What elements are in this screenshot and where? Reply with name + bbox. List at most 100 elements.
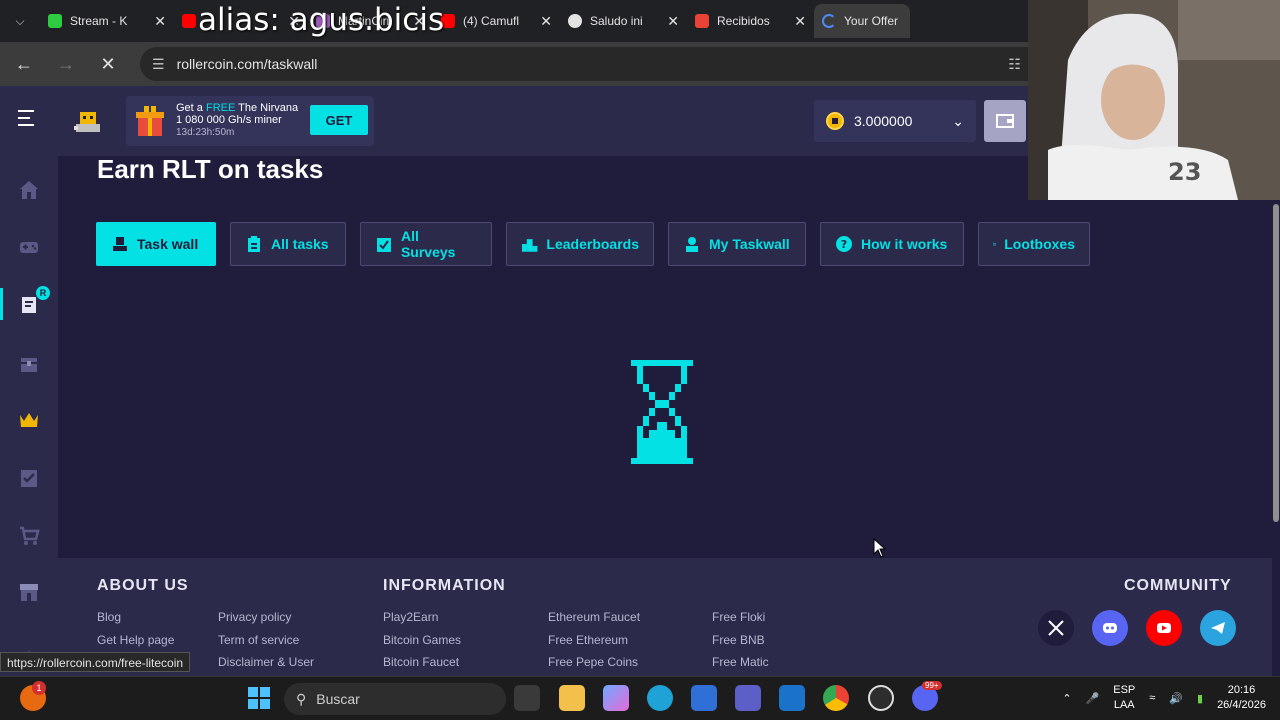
x-twitter-link[interactable]: [1038, 610, 1074, 646]
lang-layout: LAA: [1113, 699, 1135, 711]
footer-link[interactable]: Bitcoin Games: [383, 633, 461, 647]
tab-search-chevron-icon[interactable]: ⌵: [0, 0, 40, 42]
youtube-link[interactable]: [1146, 610, 1182, 646]
stop-loading-button[interactable]: ✕: [90, 46, 126, 82]
browser-tab-active[interactable]: Your Offer: [814, 4, 910, 38]
back-button[interactable]: ←: [6, 46, 42, 82]
sidebar-item-home[interactable]: [0, 170, 58, 210]
sidebar: R: [0, 156, 58, 676]
footer-link[interactable]: Blog: [97, 610, 121, 624]
gmail-favicon-icon: [695, 14, 709, 28]
footer-link[interactable]: Free Floki: [712, 610, 765, 624]
translate-icon[interactable]: ☷: [1008, 56, 1021, 73]
footer-link[interactable]: Disclaimer & User: [218, 655, 314, 669]
kick-favicon-icon: [48, 14, 62, 28]
tab-label: How it works: [861, 236, 948, 252]
chatgpt-favicon-icon: [568, 14, 582, 28]
close-tab-icon[interactable]: ✕: [667, 13, 679, 30]
taskbar-search[interactable]: ⚲ Buscar: [284, 683, 506, 715]
balance-selector[interactable]: 3.000000 ⌄: [814, 100, 976, 142]
chrome-icon[interactable]: [823, 685, 849, 711]
tab-how-it-works[interactable]: ? How it works: [820, 222, 964, 266]
windows-start-icon[interactable]: [246, 685, 272, 711]
sidebar-item-marketplace[interactable]: [0, 516, 58, 556]
checklist-icon: [21, 470, 37, 487]
close-tab-icon[interactable]: ✕: [794, 13, 806, 30]
browser-tab[interactable]: Saludo ini ✕: [560, 4, 687, 38]
wallet-button[interactable]: [984, 100, 1026, 142]
close-tab-icon[interactable]: ✕: [540, 13, 552, 30]
stream-overlay-alias: alias: agus.bicis: [198, 2, 445, 38]
telegram-link[interactable]: [1200, 610, 1236, 646]
sidebar-item-leaderboard[interactable]: [0, 400, 58, 440]
tab-my-taskwall[interactable]: My Taskwall: [668, 222, 806, 266]
footer-link[interactable]: Play2Earn: [383, 610, 438, 624]
footer-link[interactable]: Free Matic: [712, 655, 769, 669]
close-tab-icon[interactable]: ✕: [154, 13, 166, 30]
promo-text: Get a FREE The Nirvana 1 080 000 Gh/s mi…: [176, 102, 298, 139]
obs-icon[interactable]: [868, 685, 894, 711]
youtube-logo-icon: [1157, 623, 1171, 633]
tab-label: My Taskwall: [709, 236, 790, 252]
footer-link[interactable]: Term of service: [218, 633, 299, 647]
microphone-icon[interactable]: 🎤: [1086, 692, 1100, 705]
promo-miner-text: 1 080 000 Gh/s miner: [176, 114, 282, 126]
wifi-icon[interactable]: ≈: [1149, 692, 1155, 704]
scrollbar-thumb[interactable]: [1273, 204, 1279, 522]
tab-label: Leaderboards: [546, 236, 639, 252]
footer-link[interactable]: Free Pepe Coins: [548, 655, 638, 669]
get-button[interactable]: GET: [310, 105, 368, 135]
link-status-bubble: https://rollercoin.com/free-litecoin: [0, 652, 191, 672]
windows-taskbar: 1 ⚲ Buscar 99+ ⌃ 🎤 ESP LAA ≈ 🔊 ▮ 20:16 2…: [0, 676, 1280, 720]
copilot-icon[interactable]: [603, 685, 629, 711]
footer-link[interactable]: Bitcoin Faucet: [383, 655, 459, 669]
sidebar-item-chest[interactable]: [0, 343, 58, 383]
discord-link[interactable]: [1092, 610, 1128, 646]
chevron-down-icon: ⌄: [952, 112, 964, 129]
browser-tab[interactable]: (4) Camufl ✕: [433, 4, 560, 38]
store-icon: [20, 584, 38, 601]
sidebar-item-games[interactable]: [0, 227, 58, 267]
tab-title: Your Offer: [844, 14, 899, 28]
footer-link[interactable]: Free BNB: [712, 633, 765, 647]
tab-task-wall[interactable]: Task wall: [96, 222, 216, 266]
url-text[interactable]: rollercoin.com/taskwall: [177, 56, 318, 72]
jersey-number: 23: [1168, 158, 1201, 186]
language-indicator[interactable]: ESP LAA: [1113, 683, 1135, 713]
home-icon: [20, 181, 38, 199]
teams-icon[interactable]: [735, 685, 761, 711]
x-logo-icon: [1048, 620, 1064, 636]
tab-all-surveys[interactable]: All Surveys: [360, 222, 492, 266]
menu-toggle-icon[interactable]: [18, 110, 42, 130]
browser-tab[interactable]: Stream - K ✕: [40, 4, 174, 38]
tab-leaderboards[interactable]: Leaderboards: [506, 222, 654, 266]
footer-link[interactable]: Free Ethereum: [548, 633, 628, 647]
browser-tab[interactable]: Recibidos ✕: [687, 4, 814, 38]
tab-all-tasks[interactable]: All tasks: [230, 222, 346, 266]
edge-icon[interactable]: [647, 685, 673, 711]
taskbar-clock[interactable]: 20:16 26/4/2026: [1217, 683, 1266, 713]
gift-icon: [136, 106, 164, 136]
outlook-icon[interactable]: [779, 685, 805, 711]
store-app-icon[interactable]: [691, 685, 717, 711]
footer-link[interactable]: Privacy policy: [218, 610, 291, 624]
tab-lootboxes[interactable]: Lootboxes: [978, 222, 1090, 266]
rollercoin-logo-icon[interactable]: [72, 108, 104, 136]
sidebar-item-quests[interactable]: [0, 458, 58, 498]
file-explorer-icon[interactable]: [559, 685, 585, 711]
footer-link[interactable]: Ethereum Faucet: [548, 610, 640, 624]
page-scrollbar[interactable]: [1272, 200, 1280, 676]
volume-icon[interactable]: 🔊: [1169, 692, 1183, 705]
sidebar-item-taskwall[interactable]: R: [0, 284, 58, 324]
forward-button[interactable]: →: [48, 46, 84, 82]
promo-banner[interactable]: Get a FREE The Nirvana 1 080 000 Gh/s mi…: [126, 96, 374, 146]
question-icon: ?: [836, 236, 852, 252]
sidebar-item-store[interactable]: [0, 572, 58, 612]
task-view-icon[interactable]: [514, 685, 540, 711]
tab-label: Task wall: [137, 236, 199, 252]
tray-chevron-icon[interactable]: ⌃: [1062, 692, 1071, 705]
url-omnibox[interactable]: ☰ rollercoin.com/taskwall ☷ ▣: [140, 47, 1060, 81]
site-info-icon[interactable]: ☰: [152, 56, 165, 73]
footer-link[interactable]: Get Help page: [97, 633, 174, 647]
battery-icon[interactable]: ▮: [1197, 692, 1203, 705]
